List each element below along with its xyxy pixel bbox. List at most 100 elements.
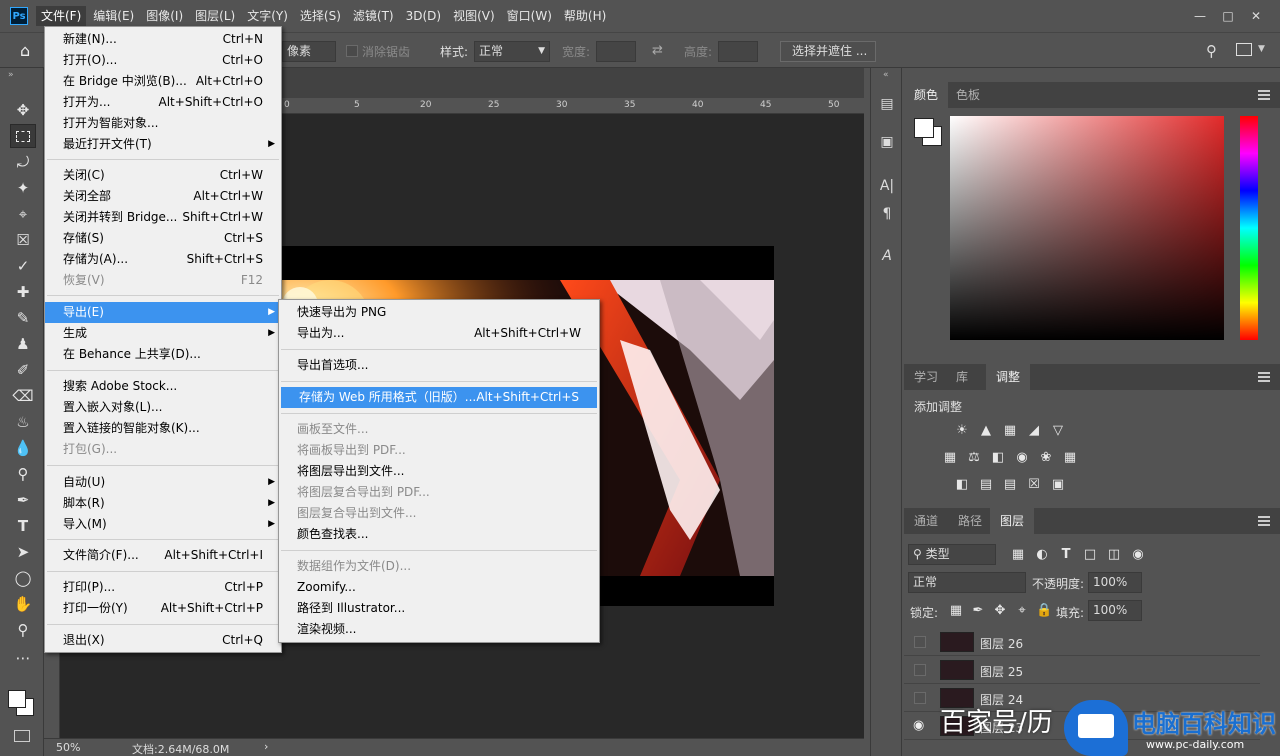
menu-item-exit[interactable]: 退出(X) Ctrl+Q — [45, 630, 281, 651]
home-icon[interactable]: ⌂ — [20, 41, 42, 61]
menu-item-close[interactable]: 关闭(C) Ctrl+W — [45, 165, 281, 186]
menu-item-search-stock[interactable]: 搜索 Adobe Stock... — [45, 376, 281, 397]
menu-item-open[interactable]: 打开(O)... Ctrl+O — [45, 50, 281, 71]
levels-icon[interactable]: ▲ — [978, 424, 994, 438]
tab-layers[interactable]: 图层 — [990, 508, 1035, 534]
dodge-tool-icon[interactable]: ⚲ — [10, 462, 36, 486]
layer-row[interactable]: 图层 26 — [904, 628, 1260, 656]
healing-brush-tool-icon[interactable]: ✚ — [10, 280, 36, 304]
width-input[interactable] — [596, 41, 636, 62]
invert-icon[interactable]: ◧ — [954, 478, 970, 492]
menu-item-browse-bridge[interactable]: 在 Bridge 中浏览(B)... Alt+Ctrl+O — [45, 71, 281, 92]
antialias-checkbox[interactable] — [346, 45, 358, 57]
workspace-icon[interactable] — [1236, 43, 1252, 56]
filter-toggle-icon[interactable]: ◉ — [1130, 548, 1146, 562]
tab-adjustments[interactable]: 调整 — [986, 364, 1031, 390]
lock-artboard-icon[interactable]: ⌖ — [1014, 604, 1030, 618]
menu-item-open-as[interactable]: 打开为... Alt+Shift+Ctrl+O — [45, 92, 281, 113]
ellipse-tool-icon[interactable]: ◯ — [10, 566, 36, 590]
marquee-tool-icon[interactable] — [10, 124, 36, 148]
zoom-tool-icon[interactable]: ⚲ — [10, 618, 36, 642]
exposure-icon[interactable]: ◢ — [1026, 424, 1042, 438]
visibility-toggle[interactable] — [914, 692, 926, 704]
menu-file[interactable]: 文件(F) — [36, 6, 87, 26]
menu-item-save-as[interactable]: 存储为(A)... Shift+Ctrl+S — [45, 249, 281, 270]
color-picker-field[interactable] — [950, 116, 1224, 340]
panel-menu-icon[interactable] — [1258, 90, 1270, 100]
adjustment-filter-icon[interactable]: ◐ — [1034, 548, 1050, 562]
menu-select[interactable]: 选择(S) — [295, 6, 346, 26]
chevron-right-icon[interactable]: › — [264, 740, 268, 753]
menu-help[interactable]: 帮助(H) — [559, 6, 611, 26]
select-and-mask-button[interactable]: 选择并遮住 ... — [780, 41, 876, 62]
foreground-color-swatch[interactable] — [8, 690, 26, 708]
paint-bucket-tool-icon[interactable]: ♨ — [10, 410, 36, 434]
menu-item-print-one[interactable]: 打印一份(Y) Alt+Shift+Ctrl+P — [45, 598, 281, 619]
menu-item-layers-to-files[interactable]: 将图层导出到文件... — [279, 461, 599, 482]
brush-tool-icon[interactable]: ✎ — [10, 306, 36, 330]
restore-icon[interactable]: □ — [1214, 6, 1242, 26]
visibility-toggle[interactable] — [914, 664, 926, 676]
3d-icon[interactable]: ▣ — [875, 130, 899, 154]
menu-type[interactable]: 文字(Y) — [242, 6, 293, 26]
panel-menu-icon[interactable] — [1258, 516, 1270, 526]
path-select-tool-icon[interactable]: ➤ — [10, 540, 36, 564]
crop-tool-icon[interactable]: ⌖ — [10, 202, 36, 226]
collapse-icon[interactable]: « — [883, 70, 889, 80]
blur-tool-icon[interactable]: 💧 — [10, 436, 36, 460]
menu-edit[interactable]: 编辑(E) — [88, 6, 139, 26]
menu-item-close-all[interactable]: 关闭全部 Alt+Ctrl+W — [45, 186, 281, 207]
menu-item-place-linked[interactable]: 置入链接的智能对象(K)... — [45, 418, 281, 439]
height-input[interactable] — [718, 41, 758, 62]
shape-filter-icon[interactable]: □ — [1082, 548, 1098, 562]
tab-color[interactable]: 颜色 — [904, 82, 949, 108]
style-select[interactable]: 正常 ▼ — [474, 41, 550, 62]
menu-item-close-go-bridge[interactable]: 关闭并转到 Bridge... Shift+Ctrl+W — [45, 207, 281, 228]
stamp-tool-icon[interactable]: ♟ — [10, 332, 36, 356]
eye-icon[interactable]: ◉ — [913, 718, 924, 733]
pixel-filter-icon[interactable]: ▦ — [1010, 548, 1026, 562]
hand-tool-icon[interactable]: ✋ — [10, 592, 36, 616]
menu-item-generate[interactable]: 生成 ▶ — [45, 323, 281, 344]
tab-learn[interactable]: 学习 — [904, 364, 948, 390]
menu-filter[interactable]: 滤镜(T) — [348, 6, 399, 26]
eraser-tool-icon[interactable]: ⌫ — [10, 384, 36, 408]
menu-window[interactable]: 窗口(W) — [502, 6, 557, 26]
fill-input[interactable]: 100% — [1088, 600, 1142, 621]
lasso-tool-icon[interactable]: ⤾ — [10, 150, 36, 174]
history-brush-tool-icon[interactable]: ✐ — [10, 358, 36, 382]
collapse-icon[interactable]: » — [8, 70, 14, 80]
blend-mode-select[interactable]: 正常 — [908, 572, 1026, 593]
lock-image-icon[interactable]: ✒ — [970, 604, 986, 618]
zoom-level[interactable]: 50% — [56, 741, 80, 754]
tab-swatches[interactable]: 色板 — [946, 82, 990, 108]
type-filter-icon[interactable]: T — [1058, 548, 1074, 562]
menu-item-automate[interactable]: 自动(U) ▶ — [45, 472, 281, 493]
menu-item-new[interactable]: 新建(N)... Ctrl+N — [45, 29, 281, 50]
menu-item-file-info[interactable]: 文件简介(F)... Alt+Shift+Ctrl+I — [45, 545, 281, 566]
pen-tool-icon[interactable]: ✒ — [10, 488, 36, 512]
posterize-icon[interactable]: ▤ — [978, 478, 994, 492]
history-icon[interactable]: ▤ — [875, 92, 899, 116]
chevron-down-icon[interactable]: ▼ — [1258, 44, 1265, 54]
black-white-icon[interactable]: ◧ — [990, 451, 1006, 465]
feather-unit[interactable]: 像素 — [282, 41, 336, 62]
hue-slider[interactable] — [1240, 116, 1258, 340]
menu-item-paths-to-illustrator[interactable]: 路径到 Illustrator... — [279, 598, 599, 619]
layer-filter-select[interactable]: ⚲ 类型 — [908, 544, 996, 565]
menu-item-export-as[interactable]: 导出为... Alt+Shift+Ctrl+W — [279, 323, 599, 344]
frame-tool-icon[interactable]: ☒ — [10, 228, 36, 252]
menu-item-save-for-web[interactable]: 存储为 Web 所用格式（旧版）... Alt+Shift+Ctrl+S — [281, 387, 597, 408]
move-tool-icon[interactable]: ✥ — [10, 98, 36, 122]
visibility-toggle[interactable] — [914, 636, 926, 648]
menu-item-quick-export-png[interactable]: 快速导出为 PNG — [279, 302, 599, 323]
character-icon[interactable]: A| — [875, 174, 899, 198]
lock-position-icon[interactable]: ✥ — [992, 604, 1008, 618]
menu-item-scripts[interactable]: 脚本(R) ▶ — [45, 493, 281, 514]
menu-3d[interactable]: 3D(D) — [401, 6, 446, 26]
menu-item-print[interactable]: 打印(P)... Ctrl+P — [45, 577, 281, 598]
menu-item-export-preferences[interactable]: 导出首选项... — [279, 355, 599, 376]
menu-item-place-embedded[interactable]: 置入嵌入对象(L)... — [45, 397, 281, 418]
hue-saturation-icon[interactable]: ▦ — [942, 451, 958, 465]
menu-item-recent[interactable]: 最近打开文件(T) ▶ — [45, 134, 281, 155]
